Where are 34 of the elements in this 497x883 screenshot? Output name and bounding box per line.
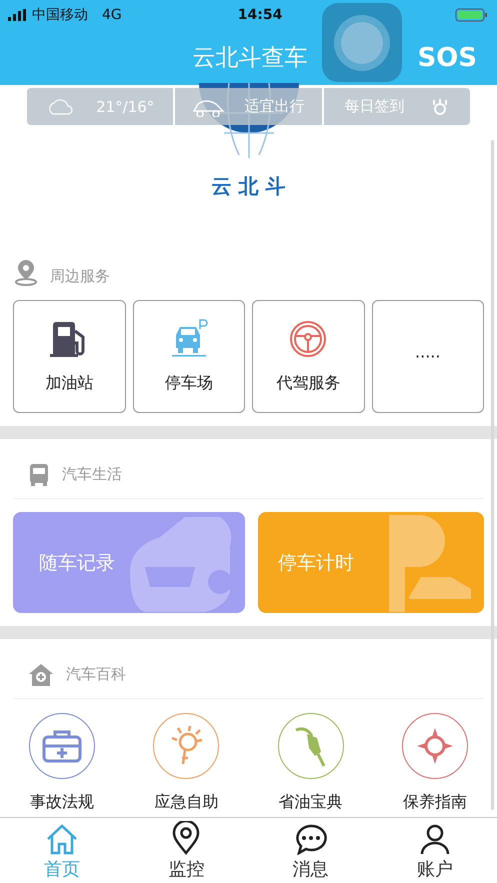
section-title: 周边服务 bbox=[50, 267, 110, 286]
service-card[interactable]: 代驾服务 bbox=[252, 300, 364, 413]
service-card[interactable]: 停车场 bbox=[132, 300, 245, 413]
location-pin-icon bbox=[14, 260, 38, 286]
house-plus-icon bbox=[28, 662, 54, 686]
signal-icon bbox=[8, 9, 26, 21]
user-icon bbox=[418, 823, 451, 855]
section-title: 汽车生活 bbox=[62, 465, 122, 484]
service-card[interactable]: ····· bbox=[372, 300, 484, 413]
carrier-name: 中国移动 bbox=[32, 6, 88, 24]
nav-tab[interactable]: 消息 bbox=[248, 818, 373, 883]
network-type: 4G bbox=[102, 7, 122, 23]
encyclopedia-item[interactable]: 应急自助 bbox=[131, 713, 242, 813]
encyclopedia-item[interactable]: 省油宝典 bbox=[256, 713, 366, 813]
service-card[interactable]: 加油站 bbox=[13, 300, 126, 413]
temperature: 21°/16° bbox=[96, 98, 154, 116]
chat-bubble-icon bbox=[294, 823, 328, 855]
battery-icon bbox=[455, 8, 489, 22]
section-title: 汽车百科 bbox=[66, 665, 126, 684]
home-icon bbox=[45, 823, 80, 855]
app-title: 云北斗查车 bbox=[192, 44, 308, 73]
cloud-icon bbox=[46, 98, 74, 114]
encyclopedia-item[interactable]: 事故法规 bbox=[7, 713, 118, 813]
travel-advice: 适宜出行 bbox=[244, 97, 305, 116]
first-aid-kit-icon bbox=[42, 729, 82, 763]
location-pin-icon bbox=[171, 821, 202, 855]
status-time: 14:54 bbox=[238, 7, 282, 23]
assistive-touch-button[interactable] bbox=[322, 3, 402, 82]
steering-wheel-icon bbox=[288, 319, 328, 359]
encyclopedia-item[interactable]: 保养指南 bbox=[380, 713, 490, 813]
logo-text: 云 北 斗 bbox=[212, 173, 286, 200]
nav-tab[interactable]: 监控 bbox=[124, 818, 248, 883]
bus-icon bbox=[28, 462, 50, 486]
nav-tab[interactable]: 账户 bbox=[372, 818, 497, 883]
